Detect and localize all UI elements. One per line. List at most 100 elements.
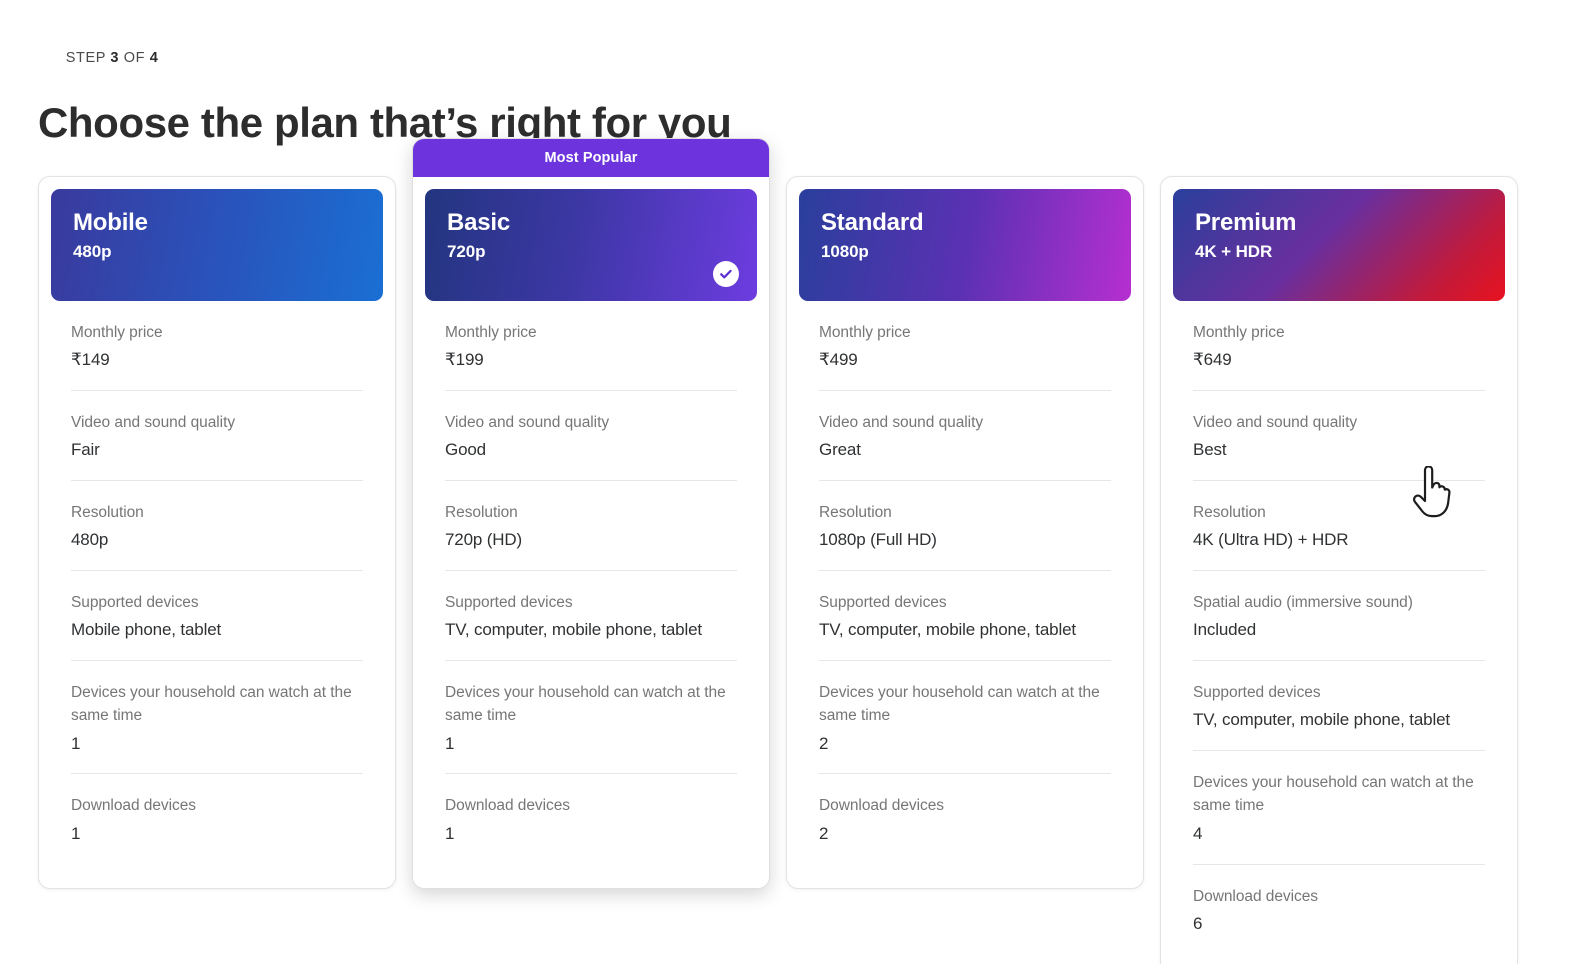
feature-value: TV, computer, mobile phone, tablet xyxy=(445,620,702,640)
feature-value: 6 xyxy=(1193,913,1203,933)
plan-card-mobile[interactable]: Mobile 480p Monthly price ₹149 Video and sou… xyxy=(38,176,396,889)
feature-value: 2 xyxy=(819,733,829,753)
step-total-number: 4 xyxy=(149,50,159,66)
feature-row: Supported devices TV, computer, mobile ph… xyxy=(1193,661,1485,752)
feature-row: Video and sound quality Fair xyxy=(71,391,363,482)
feature-row: Download devices 2 xyxy=(819,774,1111,863)
plan-feature-list: Monthly price ₹499 Video and sound quality… xyxy=(799,301,1131,888)
feature-value: ₹499 xyxy=(819,350,858,370)
plan-quality-tag: 1080p xyxy=(821,241,869,261)
plan-card-inner: Mobile 480p Monthly price ₹149 Video and sou… xyxy=(39,177,395,888)
feature-label: Devices your household can watch at the … xyxy=(445,684,726,725)
feature-value: Good xyxy=(445,440,486,460)
plan-card-slot: Mobile 480p Monthly price ₹149 Video and sou… xyxy=(38,138,396,889)
plan-selection-page: STEP 3 OF 4 Choose the plan that’s right… xyxy=(0,0,1592,964)
plan-name: Standard xyxy=(821,209,924,236)
step-indicator: STEP 3 OF 4 xyxy=(38,34,731,82)
feature-row: Monthly price ₹499 xyxy=(819,301,1111,392)
plan-card-slot: Premium 4K + HDR Monthly price ₹649 Video an… xyxy=(1160,138,1518,964)
feature-row: Supported devices Mobile phone, tablet xyxy=(71,571,363,662)
step-current-number: 3 xyxy=(110,50,120,66)
plan-card-inner: Premium 4K + HDR Monthly price ₹649 Video an… xyxy=(1161,177,1517,964)
plan-name: Premium xyxy=(1195,209,1297,236)
feature-label: Devices your household can watch at the … xyxy=(71,684,352,725)
feature-value: Best xyxy=(1193,440,1227,460)
feature-row: Spatial audio (immersive sound) Included xyxy=(1193,571,1485,662)
plan-feature-list: Monthly price ₹649 Video and sound quality… xyxy=(1173,301,1505,964)
feature-label: Monthly price xyxy=(1193,324,1285,341)
feature-value: 4 xyxy=(1193,823,1203,843)
plan-card-inner: Basic 720p Monthly price ₹199 Video and soun… xyxy=(413,177,769,888)
feature-value: TV, computer, mobile phone, tablet xyxy=(1193,710,1450,730)
plan-card-standard[interactable]: Standard 1080p Monthly price ₹499 Video and … xyxy=(786,176,1144,889)
feature-label: Supported devices xyxy=(819,594,947,612)
feature-row: Resolution 4K (Ultra HD) + HDR xyxy=(1193,481,1485,572)
plan-header-standard[interactable]: Standard 1080p xyxy=(799,189,1131,301)
feature-label: Monthly price xyxy=(445,324,537,341)
feature-row: Supported devices TV, computer, mobile ph… xyxy=(445,571,737,662)
plan-card-basic[interactable]: Most Popular Basic 720p Monthly price ₹199 Vi… xyxy=(412,138,770,889)
feature-row: Download devices 1 xyxy=(71,774,363,863)
plan-header-mobile[interactable]: Mobile 480p xyxy=(51,189,383,301)
feature-label: Spatial audio (immersive sound) xyxy=(1193,594,1413,612)
feature-label: Monthly price xyxy=(819,324,911,341)
feature-value: TV, computer, mobile phone, tablet xyxy=(819,620,1076,640)
feature-value: 2 xyxy=(819,823,829,843)
plan-feature-list: Monthly price ₹149 Video and sound quality… xyxy=(51,301,383,888)
plan-quality-tag: 4K + HDR xyxy=(1195,241,1273,261)
feature-row: Video and sound quality Good xyxy=(445,391,737,482)
feature-value: Great xyxy=(819,440,861,460)
feature-row: Resolution 1080p (Full HD) xyxy=(819,481,1111,572)
feature-value: 480p xyxy=(71,530,109,550)
feature-value: 1 xyxy=(445,733,455,753)
feature-label: Resolution xyxy=(819,504,892,522)
plan-feature-list: Monthly price ₹199 Video and sound quality… xyxy=(425,301,757,888)
step-prefix-text: STEP xyxy=(65,50,111,66)
feature-label: Video and sound quality xyxy=(445,414,610,432)
feature-row: Video and sound quality Great xyxy=(819,391,1111,482)
feature-row: Monthly price ₹199 xyxy=(445,301,737,392)
plan-card-slot: Standard 1080p Monthly price ₹499 Video and … xyxy=(786,138,1144,889)
feature-label: Resolution xyxy=(71,504,144,522)
plan-name: Basic xyxy=(447,209,511,236)
feature-label: Download devices xyxy=(445,797,570,815)
feature-value: Included xyxy=(1193,620,1257,640)
feature-row: Devices your household can watch at the … xyxy=(445,661,737,775)
feature-row: Download devices 1 xyxy=(445,774,737,863)
feature-value: Fair xyxy=(71,440,100,460)
feature-row: Download devices 6 xyxy=(1193,865,1485,954)
feature-row: Devices your household can watch at the … xyxy=(819,661,1111,775)
feature-row: Supported devices TV, computer, mobile ph… xyxy=(819,571,1111,662)
feature-label: Supported devices xyxy=(71,594,199,612)
plan-header-basic[interactable]: Basic 720p xyxy=(425,189,757,301)
feature-label: Monthly price xyxy=(71,324,163,341)
feature-value: 4K (Ultra HD) + HDR xyxy=(1193,530,1349,550)
feature-label: Video and sound quality xyxy=(1193,414,1358,432)
page-header: STEP 3 OF 4 Choose the plan that’s right… xyxy=(38,34,732,146)
plan-name: Mobile xyxy=(73,209,148,236)
feature-row: Resolution 480p xyxy=(71,481,363,572)
selected-check-icon xyxy=(713,261,739,287)
feature-value: 1 xyxy=(445,823,455,843)
plan-cards-row: Mobile 480p Monthly price ₹149 Video and sou… xyxy=(38,138,1554,964)
plan-quality-tag: 720p xyxy=(447,241,486,261)
feature-label: Download devices xyxy=(1193,887,1318,905)
feature-row: Devices your household can watch at the … xyxy=(71,661,363,775)
plan-quality-tag: 480p xyxy=(73,241,112,261)
feature-label: Resolution xyxy=(1193,504,1266,522)
feature-label: Download devices xyxy=(819,797,944,815)
feature-label: Devices your household can watch at the … xyxy=(1193,774,1474,815)
step-middle-text: OF xyxy=(119,50,150,66)
feature-label: Download devices xyxy=(71,797,196,815)
plan-card-slot: Most Popular Basic 720p Monthly price ₹199 Vi… xyxy=(412,138,770,889)
feature-row: Devices your household can watch at the … xyxy=(1193,751,1485,865)
plan-card-premium[interactable]: Premium 4K + HDR Monthly price ₹649 Video an… xyxy=(1160,176,1518,964)
feature-label: Video and sound quality xyxy=(819,414,984,432)
plan-card-inner: Standard 1080p Monthly price ₹499 Video and … xyxy=(787,177,1143,888)
feature-label: Video and sound quality xyxy=(71,414,236,432)
feature-value: ₹199 xyxy=(445,350,484,370)
most-popular-badge: Most Popular xyxy=(413,139,769,177)
feature-value: ₹649 xyxy=(1193,350,1232,370)
feature-value: ₹149 xyxy=(71,350,110,370)
plan-header-premium[interactable]: Premium 4K + HDR xyxy=(1173,189,1505,301)
